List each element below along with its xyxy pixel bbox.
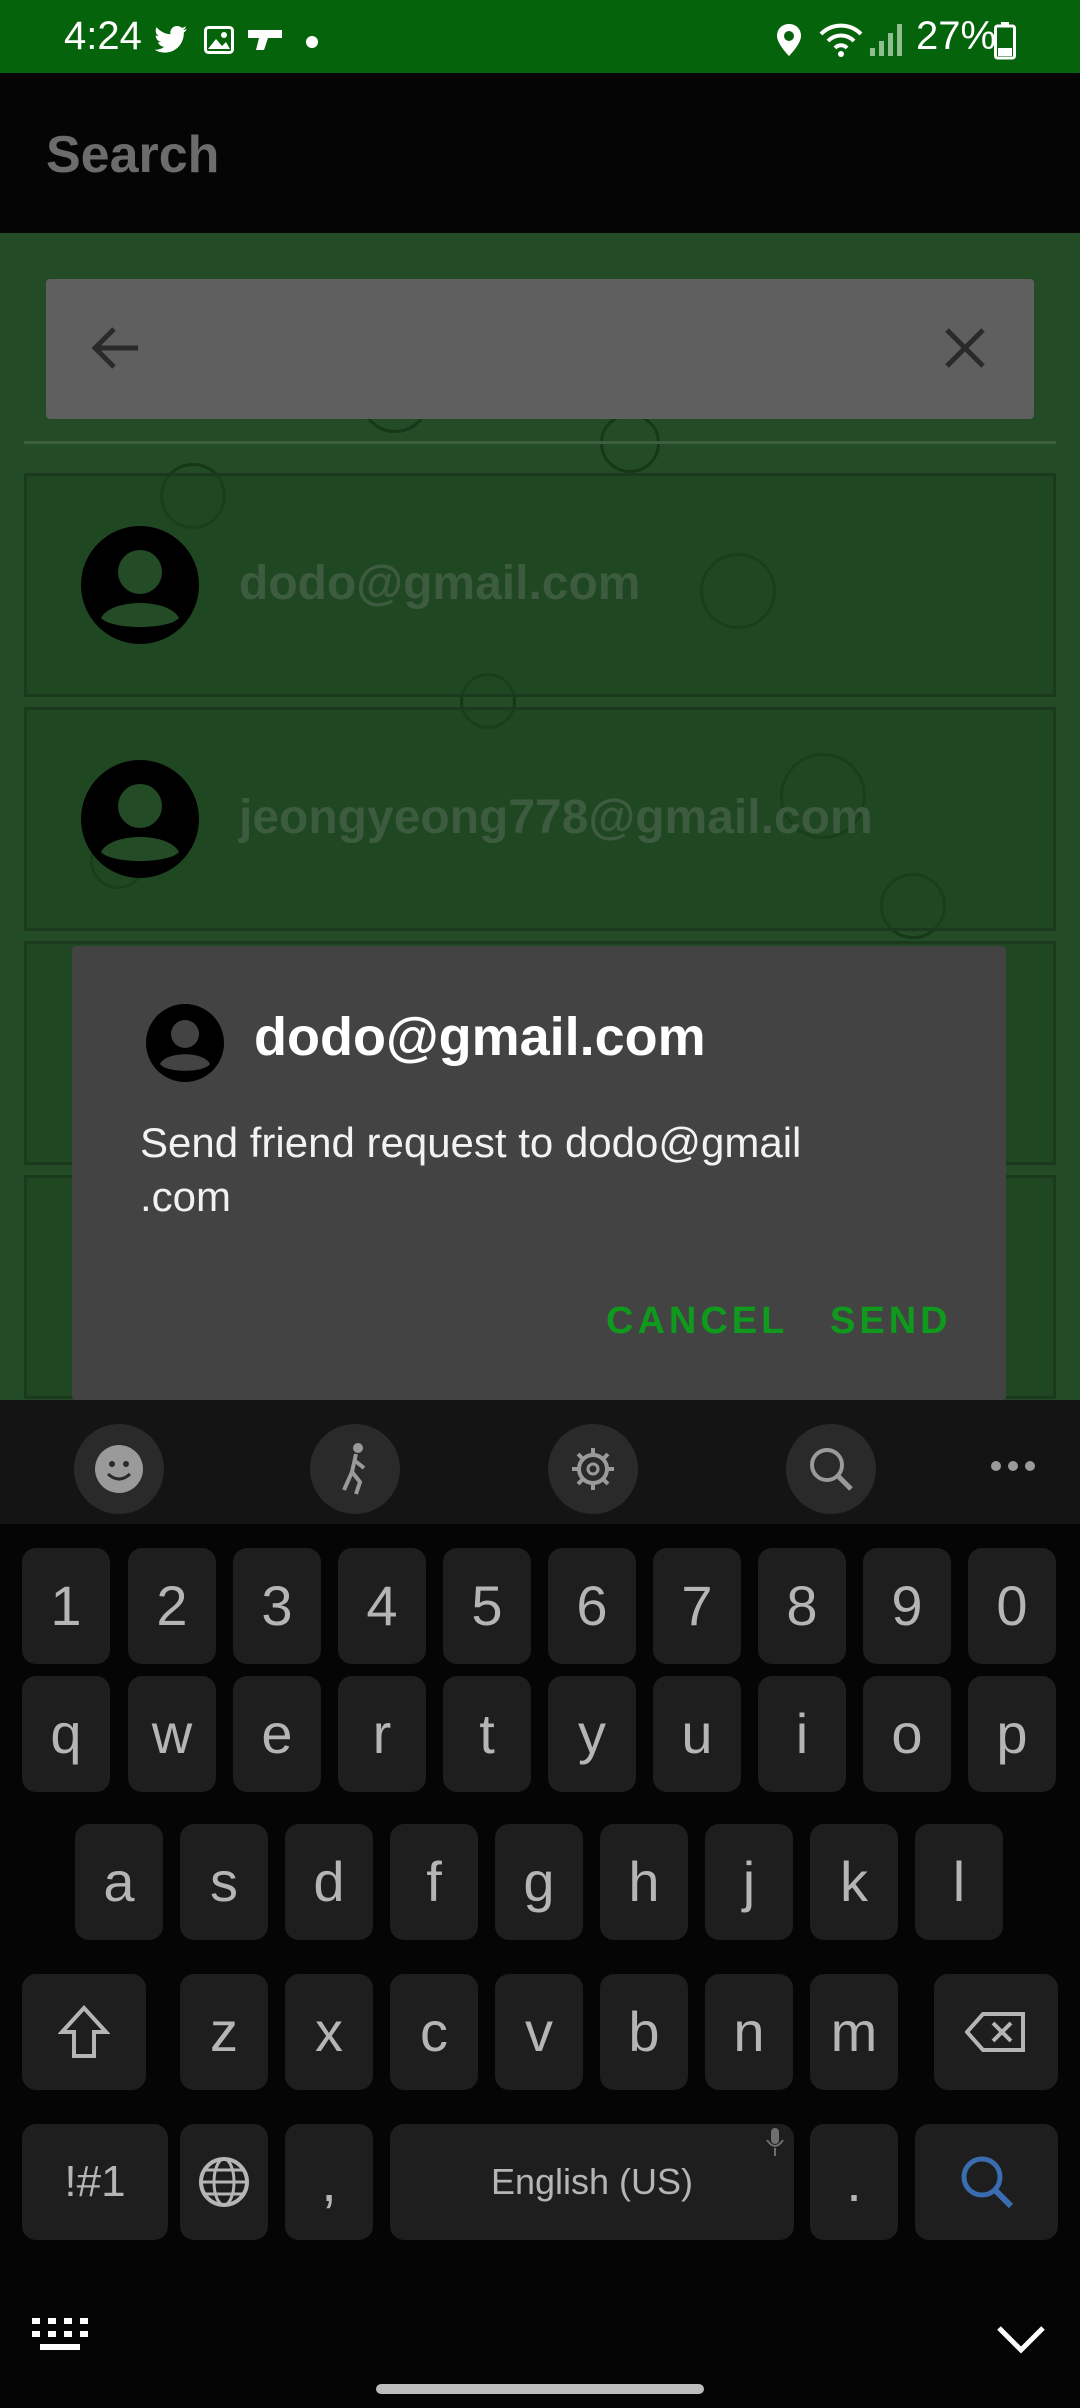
key-x[interactable]: x (285, 1974, 373, 2090)
stick-figure-icon (342, 1443, 366, 1495)
wifi-icon (819, 23, 863, 57)
dialog-title: dodo@gmail.com (254, 1007, 706, 1067)
search-icon (810, 1448, 853, 1491)
key-7[interactable]: 7 (653, 1548, 741, 1664)
key-d[interactable]: d (285, 1824, 373, 1940)
search-input[interactable] (166, 309, 930, 391)
avatar-icon (81, 526, 199, 644)
result-email: jeongyeong778@gmail.com (239, 791, 873, 844)
key-4[interactable]: 4 (338, 1548, 426, 1664)
divider (24, 441, 1056, 444)
keyboard: 1 2 3 4 5 6 7 8 9 0 q w e r t y u i o p … (0, 1524, 1080, 2408)
shift-key[interactable] (22, 1974, 146, 2090)
key-5[interactable]: 5 (443, 1548, 531, 1664)
space-key[interactable]: English (US) (390, 2124, 794, 2240)
key-2[interactable]: 2 (128, 1548, 216, 1664)
key-6[interactable]: 6 (548, 1548, 636, 1664)
shift-icon (57, 2005, 111, 2058)
key-s[interactable]: s (180, 1824, 268, 1940)
key-z[interactable]: z (180, 1974, 268, 2090)
page-title: Search (46, 126, 220, 184)
backspace-icon (964, 2012, 1025, 2052)
status-time: 4:24 (64, 14, 142, 58)
back-arrow-icon[interactable] (90, 325, 140, 371)
key-l[interactable]: l (915, 1824, 1003, 1940)
key-o[interactable]: o (863, 1676, 951, 1792)
key-b[interactable]: b (600, 1974, 688, 2090)
key-9[interactable]: 9 (863, 1548, 951, 1664)
app-bar: Search (0, 73, 1080, 233)
more-options-icon[interactable] (990, 1460, 1036, 1472)
key-h[interactable]: h (600, 1824, 688, 1940)
microphone-icon (766, 2128, 784, 2156)
status-bar: 4:24 27% (0, 0, 1080, 73)
battery-icon (994, 22, 1016, 60)
key-c[interactable]: c (390, 1974, 478, 2090)
key-v[interactable]: v (495, 1974, 583, 2090)
emoji-icon (95, 1445, 143, 1493)
hide-keyboard-icon[interactable] (996, 2324, 1046, 2354)
key-q[interactable]: q (22, 1676, 110, 1792)
key-r[interactable]: r (338, 1676, 426, 1792)
symbols-key[interactable]: !#1 (22, 2124, 168, 2240)
battery-percent: 27% (916, 14, 997, 58)
comma-key[interactable]: , (285, 2124, 373, 2240)
send-button[interactable]: SEND (830, 1300, 952, 1343)
key-t[interactable]: t (443, 1676, 531, 1792)
result-row[interactable]: jeongyeong778@gmail.com (24, 707, 1056, 931)
keyboard-toolbar (0, 1400, 1080, 1524)
key-e[interactable]: e (233, 1676, 321, 1792)
key-p[interactable]: p (968, 1676, 1056, 1792)
key-i[interactable]: i (758, 1676, 846, 1792)
friend-request-dialog: dodo@gmail.com Send friend request to do… (72, 946, 1006, 1400)
search-bar[interactable] (46, 279, 1034, 419)
gear-icon (572, 1448, 614, 1490)
key-j[interactable]: j (705, 1824, 793, 1940)
search-icon (961, 2156, 1013, 2209)
result-row[interactable]: dodo@gmail.com (24, 473, 1056, 697)
search-tool-button[interactable] (786, 1424, 876, 1514)
result-email: dodo@gmail.com (239, 557, 641, 610)
search-key[interactable] (915, 2124, 1058, 2240)
home-indicator[interactable] (376, 2384, 704, 2394)
app-notification-icon (248, 30, 282, 50)
signal-icon (870, 24, 902, 56)
key-w[interactable]: w (128, 1676, 216, 1792)
key-3[interactable]: 3 (233, 1548, 321, 1664)
backspace-key[interactable] (934, 1974, 1058, 2090)
key-y[interactable]: y (548, 1676, 636, 1792)
key-g[interactable]: g (495, 1824, 583, 1940)
key-8[interactable]: 8 (758, 1548, 846, 1664)
settings-button[interactable] (548, 1424, 638, 1514)
gallery-icon (204, 26, 234, 54)
key-u[interactable]: u (653, 1676, 741, 1792)
key-a[interactable]: a (75, 1824, 163, 1940)
key-k[interactable]: k (810, 1824, 898, 1940)
language-key[interactable] (180, 2124, 268, 2240)
location-icon (777, 24, 801, 56)
twitter-icon (154, 26, 187, 53)
key-n[interactable]: n (705, 1974, 793, 2090)
more-notifications-dot (306, 36, 318, 48)
avatar-icon (81, 760, 199, 878)
dialog-message: Send friend request to dodo@gmail .com (140, 1119, 802, 1220)
cancel-button[interactable]: CANCEL (606, 1300, 788, 1343)
key-f[interactable]: f (390, 1824, 478, 1940)
globe-icon (199, 2157, 249, 2207)
key-0[interactable]: 0 (968, 1548, 1056, 1664)
animation-button[interactable] (310, 1424, 400, 1514)
emoji-button[interactable] (74, 1424, 164, 1514)
keyboard-switch-icon[interactable] (32, 2318, 88, 2352)
period-key[interactable]: . (810, 2124, 898, 2240)
clear-icon[interactable] (944, 327, 986, 369)
avatar-icon (146, 1004, 224, 1082)
key-m[interactable]: m (810, 1974, 898, 2090)
key-1[interactable]: 1 (22, 1548, 110, 1664)
